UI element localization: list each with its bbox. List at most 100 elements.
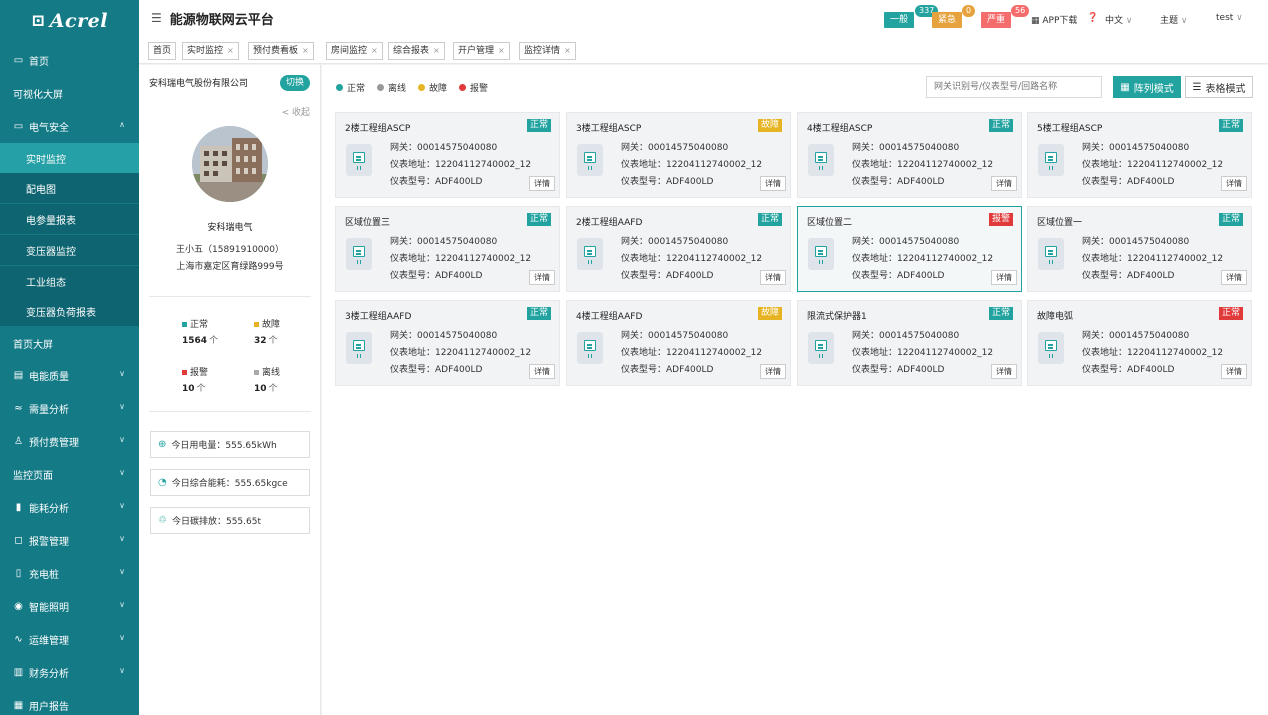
collapse-link[interactable]: < 收起 [282, 105, 310, 118]
sidebar-item[interactable]: 变压器监控 [0, 235, 139, 265]
alarm-urgent-badge[interactable]: 紧急 [932, 12, 963, 28]
sidebar-item[interactable]: ♙ 预付费管理 ∨ [0, 426, 139, 456]
language-select[interactable]: 中文 ∨ [1105, 13, 1132, 26]
detail-button[interactable]: 详情 [991, 364, 1017, 379]
detail-button[interactable]: 详情 [1221, 270, 1247, 285]
grid-icon: ▦ [1120, 81, 1130, 93]
stat-normal-unit: 个 [209, 336, 219, 346]
gateway-text: 网关：00014575040080 [621, 237, 729, 247]
status-badge: 正常 [1218, 213, 1243, 226]
switch-button[interactable]: 切换 [280, 75, 310, 91]
meter-icon [346, 332, 372, 364]
bell-icon: ◻ [14, 534, 23, 546]
sidebar-item[interactable]: ∿ 运维管理 ∨ [0, 624, 139, 654]
tab[interactable]: 房间监控 × [326, 42, 383, 60]
stat-fault-unit: 个 [268, 336, 278, 346]
gateway-text: 网关：00014575040080 [390, 143, 498, 153]
column-mode-button[interactable]: ▦ 阵列模式 [1113, 76, 1181, 98]
detail-button[interactable]: 详情 [1221, 364, 1247, 379]
device-name: 2楼工程组ASCP [345, 124, 411, 134]
sidebar-item[interactable]: ▭ 首页 [0, 45, 139, 75]
detail-button[interactable]: 详情 [760, 270, 786, 285]
meter-address-text: 仪表地址：12204112740002_12 [852, 254, 994, 264]
close-icon[interactable]: × [564, 46, 571, 55]
carbon-emission-text: 今日碳排放：555.65t [171, 517, 261, 527]
tab[interactable]: 首页 [148, 42, 177, 60]
theme-label: 主题 [1160, 16, 1179, 26]
legend-item: 正常 [336, 81, 365, 94]
close-icon[interactable]: × [433, 46, 440, 55]
meter-address-text: 仪表地址：12204112740002_12 [390, 348, 532, 358]
detail-button[interactable]: 详情 [529, 176, 555, 191]
logo-text: Acrel [49, 10, 108, 32]
theme-select[interactable]: 主题 ∨ [1160, 13, 1187, 26]
sidebar-item-label: 预付费管理 [29, 437, 79, 449]
search-input[interactable] [926, 76, 1102, 98]
sidebar-item[interactable]: ▮ 能耗分析 ∨ [0, 492, 139, 522]
detail-button[interactable]: 详情 [991, 176, 1017, 191]
sidebar-item[interactable]: 配电图 [0, 173, 139, 203]
user-menu[interactable]: test ∨ [1216, 13, 1243, 23]
close-icon[interactable]: × [302, 46, 309, 55]
sidebar-item[interactable]: ◉ 智能照明 ∨ [0, 591, 139, 621]
sidebar-item[interactable]: ▥ 财务分析 ∨ [0, 657, 139, 687]
sidebar-item[interactable]: 可视化大屏 [0, 78, 139, 108]
sidebar-item[interactable]: ▭ 电气安全 ∧ [0, 111, 139, 141]
sidebar-item[interactable]: 工业组态 [0, 266, 139, 296]
meter-address-text: 仪表地址：12204112740002_12 [390, 160, 532, 170]
device-card[interactable]: 2楼工程组ASCP 正常 网关：00014575040080 仪表地址：1220411… [335, 112, 560, 198]
tab[interactable]: 监控详情 × [519, 42, 576, 60]
sidebar-item-label: 运维管理 [29, 635, 69, 647]
sidebar-item[interactable]: ≈ 需量分析 ∨ [0, 393, 139, 423]
menu-toggle-icon[interactable]: ☰ [151, 11, 162, 25]
energy-consumption-text: 今日综合能耗：555.65kgce [171, 479, 288, 489]
device-card[interactable]: 5楼工程组ASCP 正常 网关：00014575040080 仪表地址：1220411… [1027, 112, 1252, 198]
sidebar-item[interactable]: ◻ 报警管理 ∨ [0, 525, 139, 555]
help-icon[interactable]: ❓ [1087, 13, 1098, 23]
device-card[interactable]: 2楼工程组AAFD 正常 网关：00014575040080 仪表地址：1220411… [566, 206, 791, 292]
device-card[interactable]: 故障电弧 正常 网关：00014575040080 仪表地址：122041127400… [1027, 300, 1252, 386]
tab[interactable]: 预付费看板 × [248, 42, 314, 60]
close-icon[interactable]: × [371, 46, 378, 55]
device-card[interactable]: 区域位置三 正常 网关：00014575040080 仪表地址：12204112740… [335, 206, 560, 292]
tab[interactable]: 实时监控 × [182, 42, 239, 60]
alarm-severe-badge[interactable]: 严重 [981, 12, 1012, 28]
meter-model-text: 仪表型号：ADF400LD [390, 271, 483, 281]
building-photo-icon [192, 126, 268, 202]
device-card[interactable]: 限流式保护器1 正常 网关：00014575040080 仪表地址：122041127… [797, 300, 1022, 386]
tab[interactable]: 综合报表 × [388, 42, 445, 60]
sidebar: ⊡ Acrel ▭ 首页 可视化大屏 ▭ 电气安全 ∧ 实时监控 配电图 电参量报表 变压器监控 工业… [0, 0, 139, 715]
detail-button[interactable]: 详情 [760, 176, 786, 191]
sidebar-item[interactable]: ▤ 电能质量 ∨ [0, 360, 139, 390]
detail-button[interactable]: 详情 [760, 364, 786, 379]
sidebar-item[interactable]: ▦ 用户报告 [0, 690, 139, 715]
sidebar-item[interactable]: 监控页面 ∨ [0, 459, 139, 489]
close-icon[interactable]: × [498, 46, 505, 55]
device-card[interactable]: 3楼工程组AAFD 正常 网关：00014575040080 仪表地址：1220411… [335, 300, 560, 386]
status-badge: 正常 [526, 307, 551, 320]
sidebar-item[interactable]: 变压器负荷报表 [0, 296, 139, 326]
device-card[interactable]: 区域位置二 报警 网关：00014575040080 仪表地址：12204112740… [797, 206, 1022, 292]
stat-normal-label: 正常 [190, 320, 209, 330]
detail-button[interactable]: 详情 [1221, 176, 1247, 191]
alarm-general-badge[interactable]: 一般 [884, 12, 915, 28]
sidebar-item[interactable]: ▯ 充电桩 ∨ [0, 558, 139, 588]
tab-label: 实时监控 [187, 46, 224, 56]
sidebar-item[interactable]: 实时监控 [0, 143, 139, 173]
detail-button[interactable]: 详情 [529, 364, 555, 379]
sidebar-item[interactable]: 电参量报表 [0, 204, 139, 234]
device-card[interactable]: 4楼工程组ASCP 正常 网关：00014575040080 仪表地址：1220411… [797, 112, 1022, 198]
device-card[interactable]: 3楼工程组ASCP 故障 网关：00014575040080 仪表地址：1220411… [566, 112, 791, 198]
table-mode-button[interactable]: ☰ 表格模式 [1185, 76, 1253, 98]
sidebar-item[interactable]: 首页大屏 [0, 328, 139, 358]
app-download-link[interactable]: ▦ APP下载 [1031, 13, 1077, 26]
device-card[interactable]: 4楼工程组AAFD 故障 网关：00014575040080 仪表地址：1220411… [566, 300, 791, 386]
detail-button[interactable]: 详情 [991, 270, 1017, 285]
close-icon[interactable]: × [227, 46, 234, 55]
device-card[interactable]: 区域位置一 正常 网关：00014575040080 仪表地址：12204112740… [1027, 206, 1252, 292]
meter-model-text: 仪表型号：ADF400LD [852, 271, 945, 281]
tab[interactable]: 开户管理 × [453, 42, 510, 60]
stat-alarm-label: 报警 [190, 368, 209, 378]
device-name: 3楼工程组AAFD [345, 312, 412, 322]
detail-button[interactable]: 详情 [529, 270, 555, 285]
